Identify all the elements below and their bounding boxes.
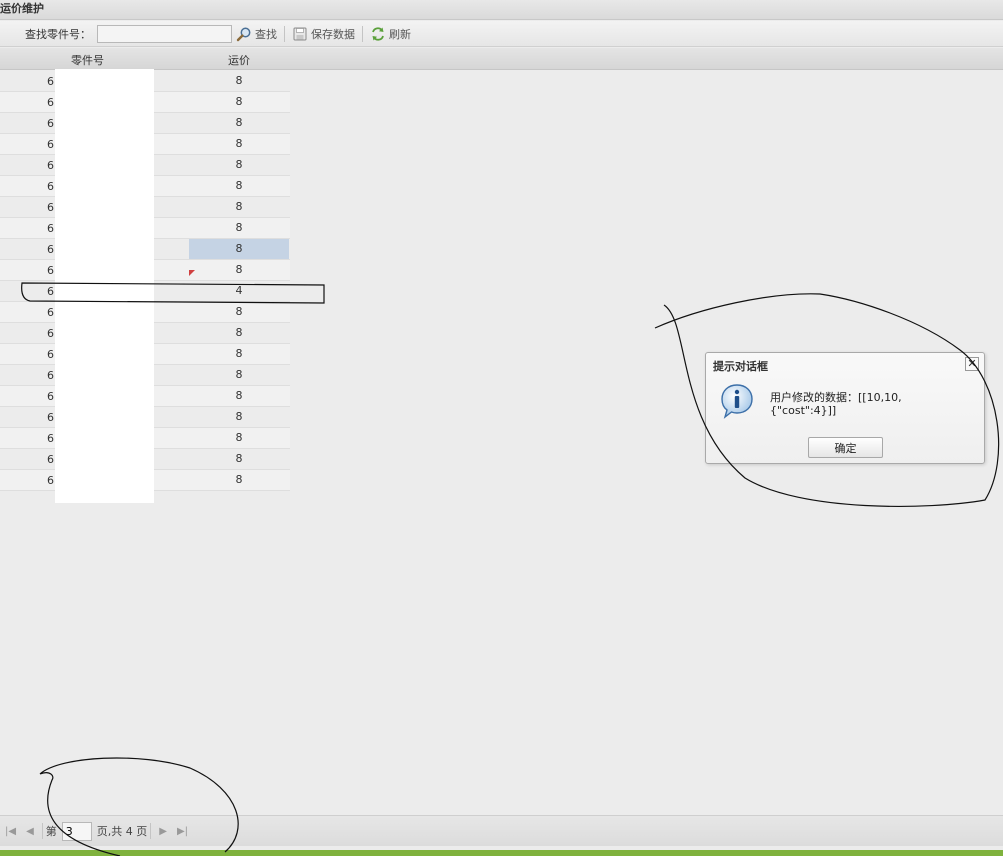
column-header-cost[interactable]: 运价: [228, 52, 250, 68]
search-label: 查找零件号：: [25, 27, 91, 41]
part-number-cell[interactable]: 6: [47, 306, 54, 319]
part-number-cell[interactable]: 6: [47, 285, 54, 298]
dialog-title: 提示对话框: [713, 360, 768, 373]
cost-cell[interactable]: 8: [189, 92, 289, 112]
page-number-input[interactable]: [61, 821, 92, 841]
last-page-icon[interactable]: ▶|: [172, 826, 193, 837]
dialog-message-line: {"cost":4}]]: [770, 404, 837, 417]
search-button[interactable]: 查找: [232, 26, 281, 42]
pager-separator: [150, 823, 152, 839]
part-number-cell[interactable]: 6: [47, 117, 54, 130]
part-number-cell[interactable]: 6: [47, 180, 54, 193]
part-number-cell[interactable]: 6: [47, 138, 54, 151]
dialog-message: 用户修改的数据：[[10,10, {"cost":4}]]: [770, 391, 970, 417]
toolbar: 查找零件号： 查找 保存数据 刷新: [0, 21, 1003, 47]
cost-cell[interactable]: 8: [189, 365, 289, 385]
save-icon: [293, 27, 307, 40]
cost-cell[interactable]: 4: [189, 281, 289, 301]
cost-cell[interactable]: 8: [189, 470, 289, 490]
part-number-cell[interactable]: 6: [47, 243, 54, 256]
cost-cell[interactable]: 8: [189, 218, 289, 238]
save-button[interactable]: 保存数据: [288, 26, 359, 42]
cost-cell[interactable]: 8: [189, 323, 289, 343]
ok-button[interactable]: 确定: [808, 437, 883, 458]
toolbar-separator: [284, 25, 285, 42]
save-button-label: 保存数据: [311, 27, 355, 41]
dialog-message-line: 用户修改的数据：[[10,10,: [770, 391, 902, 404]
search-icon: [236, 27, 251, 41]
cost-cell[interactable]: 8: [189, 449, 289, 469]
part-number-cell[interactable]: 6: [47, 96, 54, 109]
grid-header: 零件号 运价: [0, 48, 1003, 70]
page-total: 页,共 4 页: [96, 825, 148, 838]
search-input[interactable]: [97, 24, 232, 43]
part-number-cell[interactable]: 6: [47, 369, 54, 382]
prev-page-icon[interactable]: ◀: [21, 826, 39, 837]
close-icon[interactable]: ✕: [965, 357, 979, 371]
dirty-cell-marker: [189, 270, 195, 276]
info-icon: [721, 384, 753, 419]
toolbar-separator: [362, 25, 363, 42]
part-number-cell[interactable]: 6: [47, 327, 54, 340]
part-number-cell[interactable]: 6: [47, 75, 54, 88]
cost-cell[interactable]: 8: [189, 302, 289, 322]
cost-cell[interactable]: 8: [189, 113, 289, 133]
part-number-cell[interactable]: 6: [47, 264, 54, 277]
refresh-icon: [372, 26, 384, 41]
part-number-cell[interactable]: 6: [47, 201, 54, 214]
refresh-button-label: 刷新: [389, 27, 411, 41]
next-page-icon[interactable]: ▶: [154, 826, 172, 837]
part-number-cell[interactable]: 6: [47, 453, 54, 466]
cost-cell[interactable]: 8: [189, 386, 289, 406]
search-button-label: 查找: [255, 27, 277, 41]
cost-cell[interactable]: 8: [189, 197, 289, 217]
window-title: 运价维护: [0, 0, 1003, 20]
cost-cell[interactable]: 8: [189, 260, 289, 280]
pager-separator: [41, 823, 43, 839]
part-number-cell[interactable]: 6: [47, 390, 54, 403]
part-number-cell[interactable]: 6: [47, 159, 54, 172]
part-number-cell[interactable]: 6: [47, 348, 54, 361]
cost-cell[interactable]: 8: [189, 239, 289, 259]
redaction-mask: [55, 69, 154, 503]
cost-cell[interactable]: 8: [189, 155, 289, 175]
status-bar: [0, 850, 1003, 856]
cost-cell[interactable]: 8: [189, 407, 289, 427]
cost-cell[interactable]: 8: [189, 176, 289, 196]
cost-cell[interactable]: 8: [189, 428, 289, 448]
part-number-cell[interactable]: 6: [47, 432, 54, 445]
pagination-bar: |◀ ◀ 第 页,共 4 页 ▶ ▶|: [0, 815, 1003, 846]
first-page-icon[interactable]: |◀: [0, 826, 21, 837]
cost-cell[interactable]: 8: [189, 71, 289, 91]
page-prefix: 第: [45, 825, 57, 838]
part-number-cell[interactable]: 6: [47, 411, 54, 424]
part-number-cell[interactable]: 6: [47, 222, 54, 235]
cost-cell[interactable]: 8: [189, 134, 289, 154]
cost-cell[interactable]: 8: [189, 344, 289, 364]
alert-dialog: 提示对话框 ✕ 用户修改的数据：[[10,10, {"cost":4}]] 确定: [705, 352, 985, 464]
refresh-button[interactable]: 刷新: [366, 26, 415, 42]
column-header-part-number[interactable]: 零件号: [71, 52, 104, 68]
part-number-cell[interactable]: 6: [47, 474, 54, 487]
